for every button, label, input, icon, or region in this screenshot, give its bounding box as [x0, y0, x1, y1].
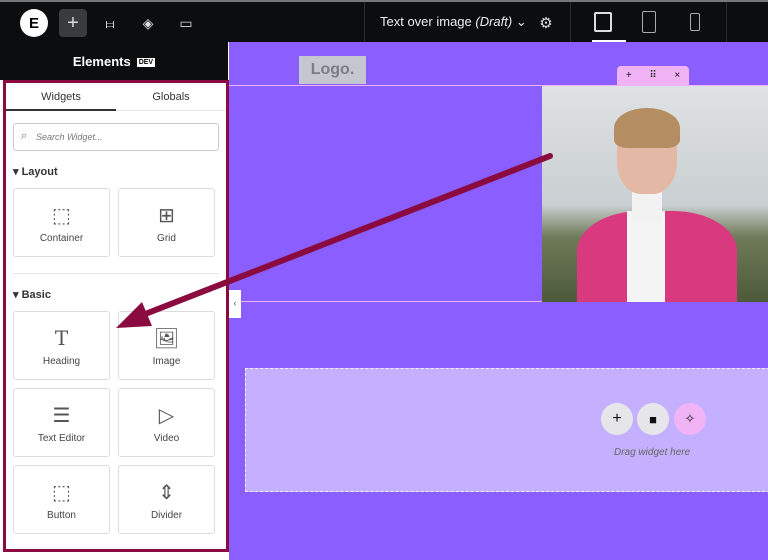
annotation-arrow: [116, 153, 553, 328]
